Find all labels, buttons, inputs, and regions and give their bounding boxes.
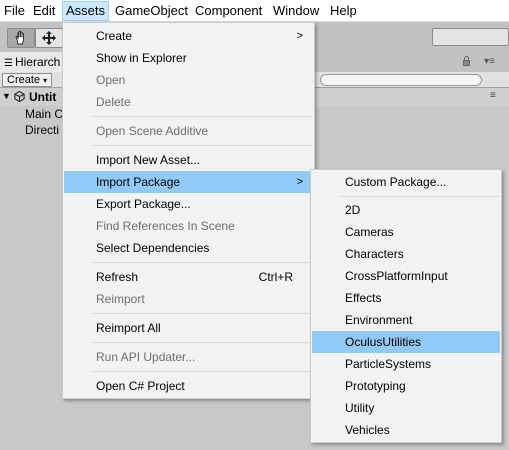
menu-component[interactable]: Component <box>192 1 265 21</box>
chevron-down-icon: ▾ <box>43 76 48 85</box>
menu-item-open-csharp-project[interactable]: Open C# Project <box>64 375 313 397</box>
create-dropdown[interactable]: Create ▾ <box>2 73 53 87</box>
submenu-item-characters[interactable]: Characters <box>312 243 500 265</box>
lock-icon[interactable] <box>463 56 470 66</box>
submenu-item-effects[interactable]: Effects <box>312 287 500 309</box>
menu-bar: File Edit Assets GameObject Component Wi… <box>0 0 509 22</box>
refresh-shortcut: Ctrl+R <box>258 270 293 284</box>
submenu-item-crossplatforminput[interactable]: CrossPlatformInput <box>312 265 500 287</box>
hierarchy-item[interactable]: Main C <box>25 107 63 121</box>
menu-separator <box>341 196 499 197</box>
menu-separator <box>93 116 312 117</box>
expand-arrow-icon[interactable]: ▼ <box>2 91 11 101</box>
layers-dropdown[interactable] <box>432 28 509 46</box>
assets-menu: Create > Show in Explorer Open Delete Ope… <box>62 22 315 399</box>
menu-item-import-new-asset[interactable]: Import New Asset... <box>64 149 313 171</box>
hierarchy-search-input[interactable] <box>320 74 482 86</box>
move-tool-button[interactable] <box>35 28 63 48</box>
menu-help[interactable]: Help <box>327 1 360 21</box>
menu-separator <box>93 262 312 263</box>
menu-separator <box>93 371 312 372</box>
panel-menu-icon[interactable]: ▾≡ <box>484 56 495 67</box>
menu-item-import-package[interactable]: Import Package > <box>64 171 313 193</box>
submenu-item-prototyping[interactable]: Prototyping <box>312 375 500 397</box>
chevron-right-icon: > <box>296 30 303 42</box>
hierarchy-item[interactable]: Directi <box>25 123 59 137</box>
menu-item-run-api-updater: Run API Updater... <box>96 350 196 364</box>
hierarchy-tab[interactable]: ☰ Hierarch <box>0 52 70 72</box>
menu-separator <box>93 145 312 146</box>
menu-separator <box>93 313 312 314</box>
menu-item-select-dependencies[interactable]: Select Dependencies <box>64 237 313 259</box>
create-label: Create <box>7 74 41 86</box>
submenu-item-oculusutilities[interactable]: OculusUtilities <box>312 331 500 353</box>
chevron-right-icon: > <box>296 176 303 188</box>
menu-item-open: Open <box>96 73 126 87</box>
submenu-item-utility[interactable]: Utility <box>312 397 500 419</box>
menu-separator <box>93 342 312 343</box>
unity-scene-icon <box>14 91 25 102</box>
move-arrows-icon <box>42 31 56 45</box>
menu-item-find-references: Find References In Scene <box>96 219 235 233</box>
submenu-item-custom-package[interactable]: Custom Package... <box>312 171 500 193</box>
menu-item-open-scene-additive: Open Scene Additive <box>96 124 209 138</box>
list-icon: ☰ <box>4 58 13 69</box>
menu-file[interactable]: File <box>1 1 28 21</box>
menu-item-delete: Delete <box>96 95 131 109</box>
menu-item-reimport-all[interactable]: Reimport All <box>64 317 313 339</box>
submenu-item-2d[interactable]: 2D <box>312 199 500 221</box>
menu-edit[interactable]: Edit <box>30 1 58 21</box>
submenu-item-particlesystems[interactable]: ParticleSystems <box>312 353 500 375</box>
menu-assets[interactable]: Assets <box>62 1 110 21</box>
menu-item-show-in-explorer[interactable]: Show in Explorer <box>64 47 313 69</box>
menu-item-refresh[interactable]: Refresh Ctrl+R <box>64 266 313 288</box>
menu-window[interactable]: Window <box>270 1 322 21</box>
scene-name: Untit <box>29 90 57 104</box>
scene-menu-icon[interactable]: ≡ <box>490 90 496 101</box>
submenu-item-vehicles[interactable]: Vehicles <box>312 419 500 441</box>
hand-tool-button[interactable] <box>7 28 35 48</box>
submenu-item-cameras[interactable]: Cameras <box>312 221 500 243</box>
menu-item-create[interactable]: Create > <box>64 25 313 47</box>
hierarchy-tab-label: Hierarch <box>14 55 61 69</box>
menu-item-export-package[interactable]: Export Package... <box>64 193 313 215</box>
menu-gameobject[interactable]: GameObject <box>112 1 191 21</box>
import-package-submenu: Custom Package... 2D Cameras Characters … <box>310 169 502 443</box>
hand-icon <box>15 31 24 45</box>
submenu-item-environment[interactable]: Environment <box>312 309 500 331</box>
menu-item-reimport: Reimport <box>96 292 145 306</box>
